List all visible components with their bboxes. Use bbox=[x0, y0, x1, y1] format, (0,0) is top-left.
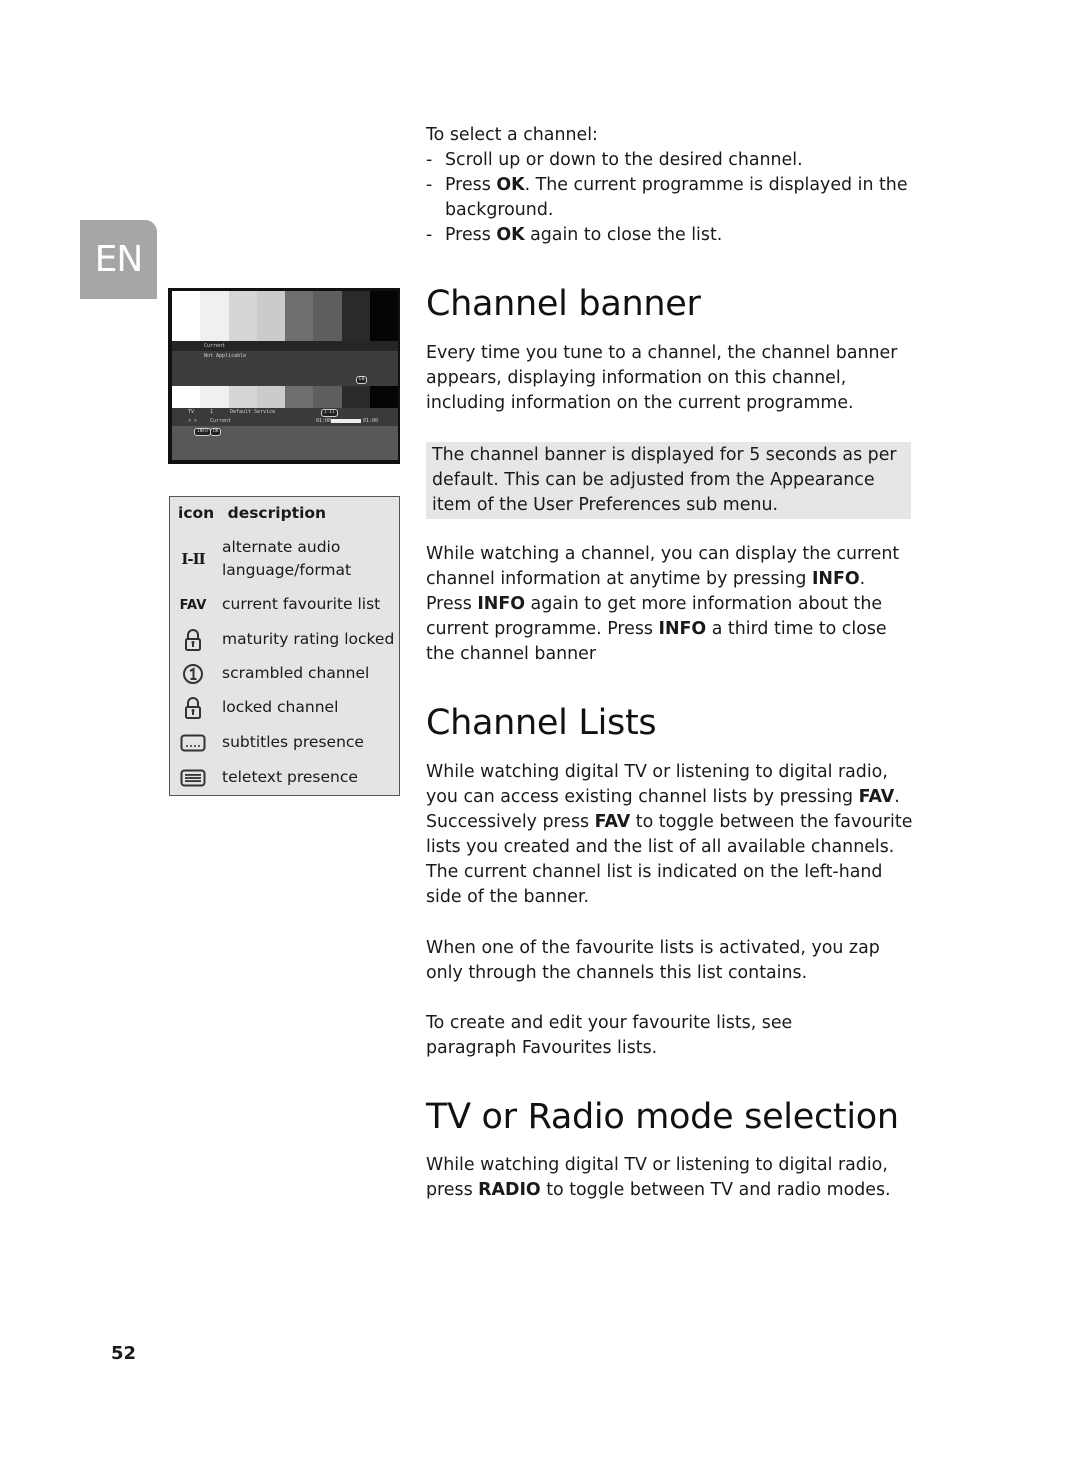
heading-channel-banner: Channel banner bbox=[426, 284, 701, 324]
banner-time-end: 01:00 bbox=[363, 418, 379, 424]
osd-language-badge: EN bbox=[356, 376, 368, 384]
table-header: icon description bbox=[178, 504, 334, 522]
note-text: The channel banner is displayed for 5 se… bbox=[432, 445, 897, 516]
locked-channel-icon bbox=[178, 696, 208, 720]
row-description: current favourite list bbox=[222, 595, 381, 613]
header-icon: icon bbox=[178, 504, 215, 522]
maturity-lock-icon bbox=[178, 628, 208, 652]
banner-programme: Current bbox=[210, 418, 232, 424]
banner-info-button: INFO bbox=[194, 428, 211, 436]
color-bars bbox=[172, 291, 398, 341]
icon-legend-table: icon description I-II alternate audio la… bbox=[169, 496, 400, 796]
subtitles-icon bbox=[178, 731, 208, 755]
osd-header: Current bbox=[204, 343, 226, 349]
banner-progress-bar bbox=[331, 419, 361, 423]
language-tab: EN bbox=[80, 220, 157, 299]
row-description: locked channel bbox=[222, 698, 339, 716]
channel-lists-para2: When one of the favourite lists is activ… bbox=[426, 938, 880, 984]
channel-lists-para1: While watching digital TV or listening t… bbox=[426, 762, 913, 908]
row-description: subtitles presence bbox=[222, 733, 364, 751]
row-description-line2: language/format bbox=[222, 561, 352, 579]
banner-nav: < > bbox=[188, 418, 198, 424]
header-description: description bbox=[227, 504, 327, 522]
channel-banner-para2: While watching a channel, you can displa… bbox=[426, 544, 900, 665]
banner-list: TV bbox=[188, 409, 195, 415]
tv-screenshot: Current Not Applicable EN TV 1 Default S… bbox=[168, 288, 400, 464]
banner-time-start: 01:00 bbox=[316, 418, 332, 424]
banner-audio-badge: I-II bbox=[321, 409, 338, 417]
teletext-icon bbox=[178, 766, 208, 790]
heading-channel-lists: Channel Lists bbox=[426, 703, 657, 743]
row-description: teletext presence bbox=[222, 768, 358, 786]
banner-ok-button: OK bbox=[210, 428, 222, 436]
scrambled-icon bbox=[178, 662, 208, 686]
heading-tv-radio: TV or Radio mode selection bbox=[426, 1097, 899, 1137]
row-description: scrambled channel bbox=[222, 664, 370, 682]
step-item: Scroll up or down to the desired channel… bbox=[426, 148, 916, 173]
osd-text: Not Applicable bbox=[204, 353, 247, 359]
select-channel-intro: To select a channel: bbox=[426, 125, 598, 145]
color-bars-lower bbox=[172, 386, 398, 408]
step-item: Press OK. The current programme is displ… bbox=[426, 173, 915, 223]
select-channel-section: To select a channel: Scroll up or down t… bbox=[426, 123, 916, 249]
row-description: maturity rating locked bbox=[222, 630, 395, 648]
row-description: alternate audio bbox=[222, 538, 341, 556]
note-box: The channel banner is displayed for 5 se… bbox=[426, 442, 911, 519]
fav-icon: FAV bbox=[179, 597, 207, 613]
banner-channel-name: Default Service bbox=[230, 409, 276, 415]
banner-channel-number: 1 bbox=[210, 409, 214, 415]
channel-banner-para1: Every time you tune to a channel, the ch… bbox=[426, 343, 898, 414]
tv-radio-para: While watching digital TV or listening t… bbox=[426, 1155, 891, 1201]
alternate-audio-icon: I-II bbox=[181, 550, 205, 568]
page-number: 52 bbox=[111, 1343, 137, 1364]
step-item: Press OK again to close the list. bbox=[426, 223, 916, 248]
channel-lists-para3: To create and edit your favourite lists,… bbox=[426, 1013, 793, 1059]
